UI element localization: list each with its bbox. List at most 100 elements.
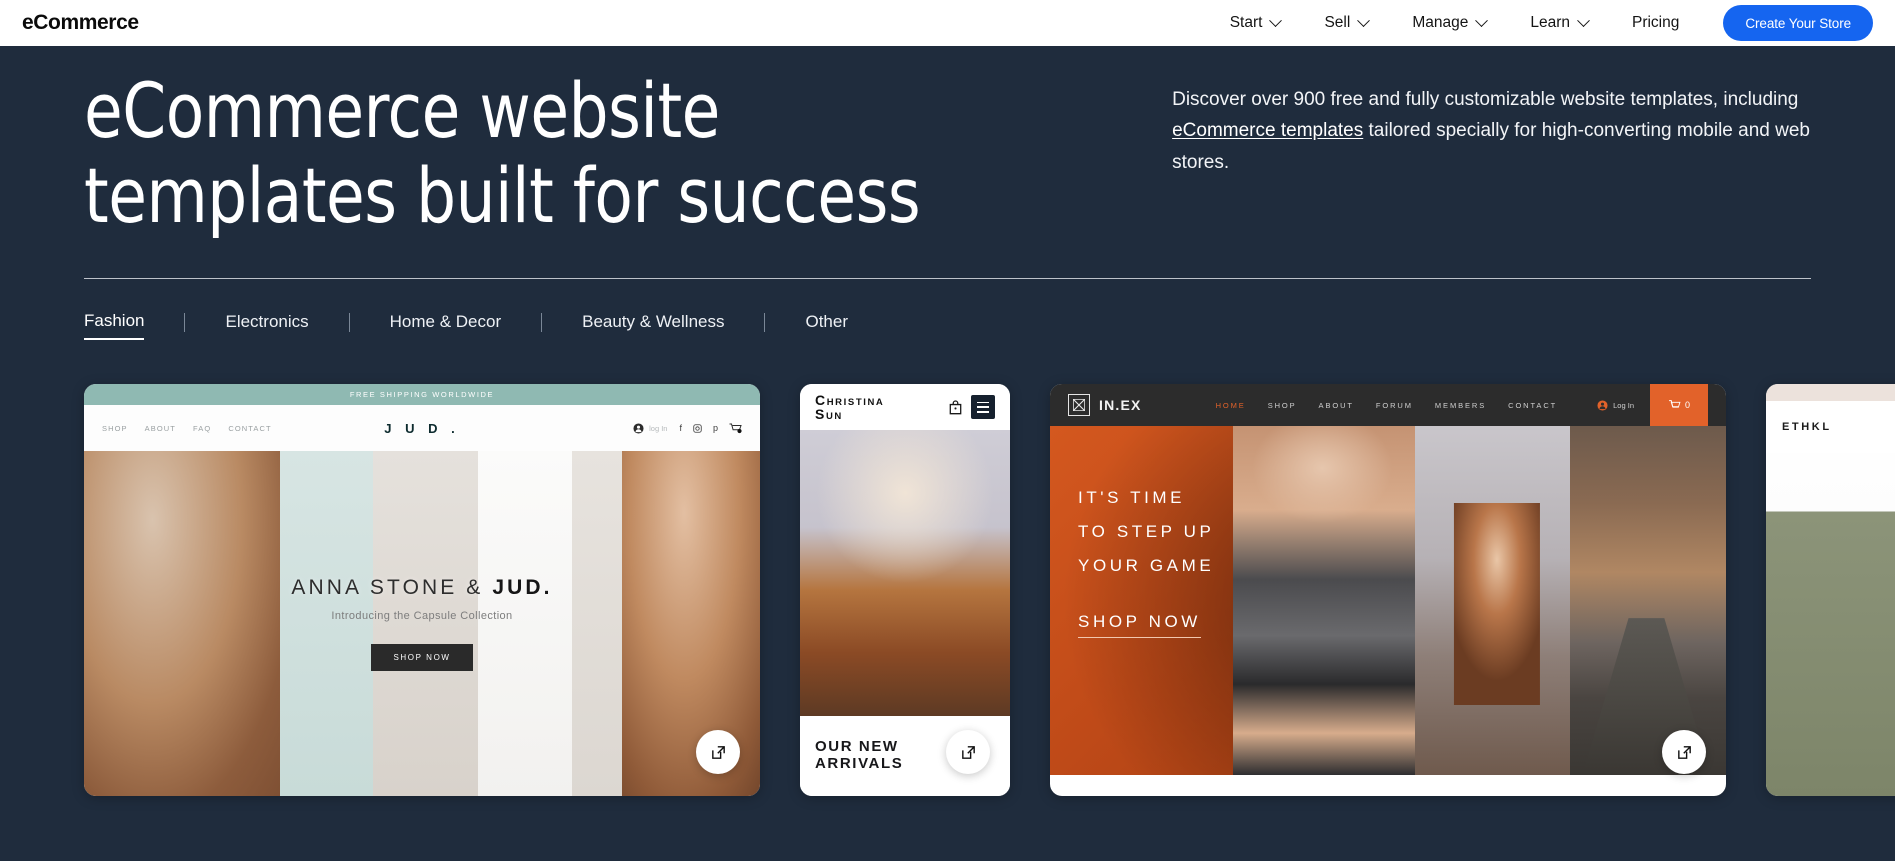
hero-left: eCommerce website templates built for su… bbox=[84, 68, 1172, 238]
template-card-christina-sun[interactable]: CHRISTINA SUN OUR NEW ARRIVALS bbox=[800, 384, 1010, 797]
tab-electronics[interactable]: Electronics bbox=[225, 312, 308, 339]
template-navbar: CHRISTINA SUN bbox=[800, 384, 1010, 431]
nav-item-learn-label: Learn bbox=[1530, 14, 1570, 31]
hero-divider bbox=[84, 278, 1811, 280]
template-nav-forum: FORUM bbox=[1375, 400, 1413, 410]
hero-photo-left bbox=[84, 451, 280, 797]
hero-line-3: YOUR GAME bbox=[1078, 556, 1215, 576]
template-card-ethkl[interactable]: ETHKL bbox=[1766, 384, 1895, 797]
template-navbar: ETHKL bbox=[1766, 401, 1895, 454]
user-avatar-icon bbox=[633, 423, 644, 434]
template-login-label: log In bbox=[649, 423, 668, 433]
external-link-icon bbox=[961, 745, 975, 759]
tab-separator bbox=[184, 312, 186, 332]
template-hero-image: ANNA STONE & JUD. Introducing the Capsul… bbox=[84, 451, 760, 797]
hero-right-panel bbox=[1570, 426, 1726, 776]
footer-line-2: ARRIVALS bbox=[815, 755, 904, 773]
instagram-icon bbox=[693, 424, 702, 433]
hero-line-2: TO STEP UP bbox=[1078, 522, 1215, 542]
tab-home-and-decor[interactable]: Home & Decor bbox=[390, 312, 501, 339]
nav-item-sell[interactable]: Sell bbox=[1302, 0, 1390, 46]
tab-separator bbox=[764, 312, 766, 332]
nav-item-start[interactable]: Start bbox=[1208, 0, 1303, 46]
hero-panel-d bbox=[478, 451, 572, 797]
nav-item-manage[interactable]: Manage bbox=[1390, 0, 1508, 46]
open-template-button[interactable] bbox=[696, 730, 740, 775]
user-avatar-icon bbox=[1597, 400, 1608, 411]
footer-line-1: OUR NEW bbox=[815, 738, 899, 756]
tab-other[interactable]: Other bbox=[805, 312, 848, 339]
hero-panel-b bbox=[280, 451, 373, 797]
hero-panel-c bbox=[373, 451, 478, 797]
nav-item-pricing-label: Pricing bbox=[1631, 14, 1680, 31]
nav-item-manage-label: Manage bbox=[1412, 14, 1469, 31]
template-top-banner bbox=[1766, 384, 1895, 402]
hero-photo-right bbox=[622, 451, 760, 797]
category-tabs: Fashion Electronics Home & Decor Beauty … bbox=[84, 311, 1811, 341]
inex-logo-icon bbox=[1068, 394, 1090, 417]
template-login: Log In bbox=[1597, 400, 1650, 411]
tab-separator bbox=[541, 312, 543, 332]
open-template-button[interactable] bbox=[1662, 730, 1706, 775]
nav-item-start-label: Start bbox=[1229, 14, 1263, 31]
cart-icon bbox=[1669, 400, 1681, 408]
tab-fashion[interactable]: Fashion bbox=[84, 311, 145, 341]
nav-item-sell-label: Sell bbox=[1324, 14, 1351, 31]
template-social-icons: f p bbox=[679, 423, 742, 434]
nav-item-learn[interactable]: Learn bbox=[1508, 0, 1610, 46]
template-card-inex[interactable]: IN.EX HOME SHOP ABOUT FORUM MEMBERS CONT… bbox=[1050, 384, 1726, 797]
create-your-store-button[interactable]: Create Your Store bbox=[1723, 5, 1873, 41]
tab-beauty-and-wellness[interactable]: Beauty & Wellness bbox=[582, 312, 724, 339]
tab-separator bbox=[348, 312, 350, 332]
template-card-jud[interactable]: FREE SHIPPING WORLDWIDE SHOP ABOUT FAQ C… bbox=[84, 384, 760, 797]
template-nav-right: Log In 0 bbox=[1597, 384, 1708, 427]
template-nav-about: ABOUT bbox=[1318, 400, 1354, 410]
chevron-down-icon bbox=[1269, 13, 1283, 27]
hero-shop-now-button: SHOP NOW bbox=[1078, 612, 1201, 639]
template-login-label: Log In bbox=[1613, 400, 1634, 410]
headline-line-1: eCommerce website bbox=[84, 66, 720, 155]
template-nav-home: HOME bbox=[1215, 400, 1246, 410]
template-cart: 0 bbox=[1650, 384, 1708, 427]
template-nav-shop: SHOP bbox=[1267, 400, 1297, 410]
hero-mid-panel bbox=[1415, 426, 1570, 776]
template-cards-row: FREE SHIPPING WORLDWIDE SHOP ABOUT FAQ C… bbox=[0, 384, 1895, 797]
template-nav-contact: CONTACT bbox=[1508, 400, 1558, 410]
footer-heading: OUR NEW ARRIVALS bbox=[815, 739, 903, 773]
hero-description: Discover over 900 free and fully customi… bbox=[1172, 68, 1811, 178]
external-link-icon bbox=[711, 745, 725, 759]
brand-line-1: CHRISTINA bbox=[815, 391, 885, 408]
hamburger-menu-icon bbox=[971, 395, 995, 420]
hero-section: eCommerce website templates built for su… bbox=[0, 46, 1895, 238]
shopping-bag-icon bbox=[949, 400, 962, 415]
ecommerce-templates-link[interactable]: eCommerce templates bbox=[1172, 120, 1363, 141]
headline-line-2: templates built for success bbox=[84, 151, 921, 241]
site-logo[interactable]: eCommerce bbox=[22, 11, 139, 35]
facebook-icon: f bbox=[679, 423, 682, 434]
pinterest-icon: p bbox=[712, 423, 718, 434]
external-link-icon bbox=[1677, 745, 1691, 759]
brand-line-2: SUN bbox=[815, 406, 843, 423]
hero-copy: IT'S TIME TO STEP UP YOUR GAME SHOP NOW bbox=[1078, 488, 1214, 652]
template-navbar: SHOP ABOUT FAQ CONTACT J U D . log In f … bbox=[84, 405, 760, 452]
template-hero-image bbox=[800, 430, 1010, 717]
hero-panel-e bbox=[572, 451, 622, 797]
template-nav-right: log In f p bbox=[633, 423, 742, 434]
shipping-banner: FREE SHIPPING WORLDWIDE bbox=[84, 384, 760, 406]
page-title: eCommerce website templates built for su… bbox=[84, 68, 1085, 238]
template-hero-image: IT'S TIME TO STEP UP YOUR GAME SHOP NOW bbox=[1050, 426, 1726, 776]
template-brand-ethkl: ETHKL bbox=[1782, 421, 1832, 434]
hero-line-1: IT'S TIME bbox=[1078, 488, 1186, 508]
template-navbar: IN.EX HOME SHOP ABOUT FORUM MEMBERS CONT… bbox=[1050, 384, 1726, 427]
template-nav-members: MEMBERS bbox=[1434, 400, 1487, 410]
chevron-down-icon bbox=[1475, 13, 1489, 27]
hero-left-panel: IT'S TIME TO STEP UP YOUR GAME SHOP NOW bbox=[1050, 426, 1419, 776]
template-hero-image bbox=[1766, 453, 1895, 797]
template-nav-icons bbox=[949, 395, 995, 420]
nav-item-pricing[interactable]: Pricing bbox=[1610, 0, 1701, 46]
open-template-button[interactable] bbox=[946, 730, 990, 775]
cart-icon bbox=[729, 423, 742, 433]
template-brand-christina-sun: CHRISTINA SUN bbox=[815, 391, 885, 423]
hero-model-photo bbox=[1233, 426, 1419, 776]
chevron-down-icon bbox=[1357, 13, 1371, 27]
